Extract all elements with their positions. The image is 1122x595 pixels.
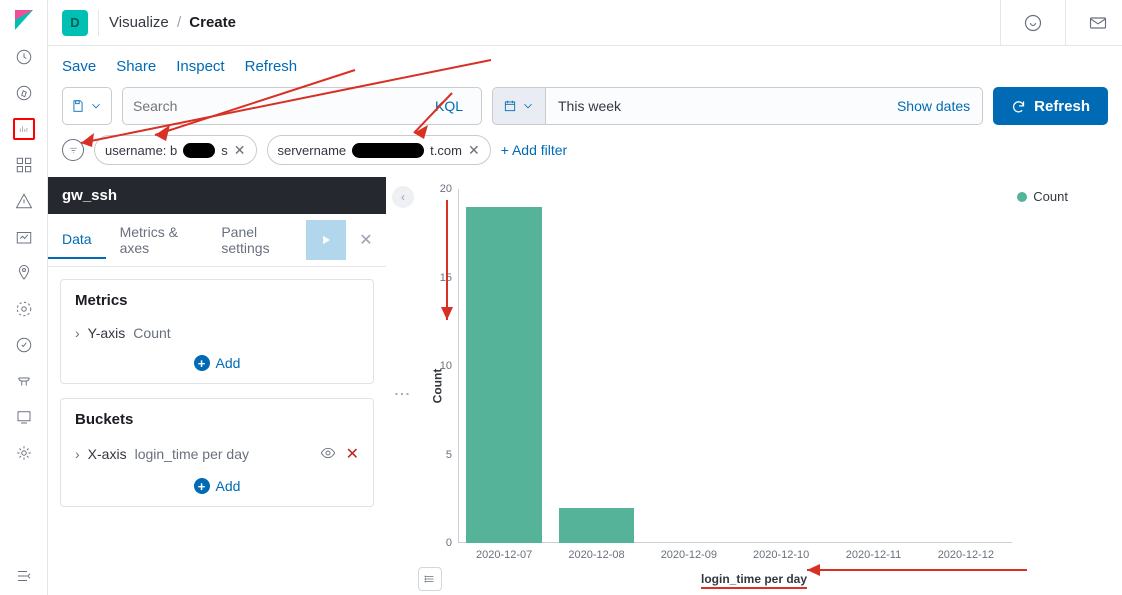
ytick: 20: [440, 183, 452, 195]
inspect-link[interactable]: Inspect: [176, 58, 224, 75]
chart-bar[interactable]: [466, 207, 542, 543]
space-badge[interactable]: D: [62, 10, 88, 36]
saved-query-dropdown[interactable]: [62, 87, 112, 125]
filter-pill-servername[interactable]: servernamet.com ✕: [267, 135, 491, 165]
plus-icon: +: [194, 478, 210, 494]
editor-tabs: Data Metrics & axes Panel settings ✕: [48, 214, 386, 267]
remove-filter-icon[interactable]: ✕: [468, 142, 480, 159]
save-link[interactable]: Save: [62, 58, 96, 75]
alert-icon[interactable]: [13, 190, 35, 212]
filter-pill-username[interactable]: username: bs ✕: [94, 135, 257, 165]
add-filter-link[interactable]: + Add filter: [501, 142, 568, 158]
chart-plot: 051015202020-12-072020-12-082020-12-0920…: [458, 189, 1012, 543]
xtick: 2020-12-07: [476, 549, 532, 561]
legend-toggle-button[interactable]: [418, 567, 442, 591]
collapse-nav-icon[interactable]: [13, 565, 35, 587]
refresh-link[interactable]: Refresh: [245, 58, 298, 75]
date-quick-select[interactable]: [492, 87, 545, 125]
chart-area: Count Count 051015202020-12-072020-12-08…: [386, 177, 1122, 595]
metrics-heading: Metrics: [75, 292, 359, 309]
chart-bar[interactable]: [559, 508, 635, 543]
add-metric-link[interactable]: +Add: [75, 347, 359, 373]
tab-metrics-axes[interactable]: Metrics & axes: [106, 214, 208, 266]
query-input[interactable]: [133, 98, 435, 114]
management-icon[interactable]: [13, 442, 35, 464]
breadcrumb-parent[interactable]: Visualize: [109, 14, 169, 31]
tab-panel-settings[interactable]: Panel settings: [207, 214, 306, 266]
ytick: 5: [446, 449, 452, 461]
dashboard-icon[interactable]: [13, 154, 35, 176]
breadcrumb: Visualize / Create: [109, 14, 236, 31]
dev-tools-icon[interactable]: [13, 406, 35, 428]
editor-panel: gw_ssh Data Metrics & axes Panel setting…: [48, 177, 386, 595]
ytick: 15: [440, 272, 452, 284]
show-dates-link[interactable]: Show dates: [897, 98, 970, 114]
viz-title-bar: gw_ssh: [48, 177, 386, 214]
filter-menu-icon[interactable]: [62, 139, 84, 161]
breadcrumb-current: Create: [189, 14, 236, 31]
tab-data[interactable]: Data: [48, 221, 106, 259]
chevron-right-icon: ›: [75, 446, 80, 462]
ytick: 10: [440, 360, 452, 372]
xtick: 2020-12-10: [753, 549, 809, 561]
legend-swatch: [1017, 192, 1027, 202]
kql-toggle[interactable]: KQL: [435, 98, 471, 114]
chevron-right-icon: ›: [75, 325, 80, 341]
remove-filter-icon[interactable]: ✕: [234, 142, 246, 159]
visualize-icon[interactable]: [13, 118, 35, 140]
maps-icon[interactable]: [13, 262, 35, 284]
chart-legend[interactable]: Count: [1017, 189, 1068, 204]
legend-label: Count: [1033, 189, 1068, 204]
xtick: 2020-12-12: [938, 549, 994, 561]
discard-changes-button[interactable]: ✕: [346, 220, 386, 260]
ytick: 0: [446, 537, 452, 549]
buckets-card: Buckets › X-axis login_time per day ✕ +A…: [60, 398, 374, 507]
chart-xlabel: login_time per day: [701, 572, 807, 589]
discover-icon[interactable]: [13, 82, 35, 104]
remove-bucket-icon[interactable]: ✕: [346, 444, 359, 464]
viz-title: gw_ssh: [62, 187, 117, 204]
toggle-visibility-icon[interactable]: [320, 445, 336, 464]
newsfeed-icon[interactable]: [1023, 13, 1043, 33]
add-bucket-link[interactable]: +Add: [75, 470, 359, 496]
xtick: 2020-12-09: [661, 549, 717, 561]
share-link[interactable]: Share: [116, 58, 156, 75]
topbar: D Visualize / Create: [48, 0, 1122, 46]
metrics-icon[interactable]: [13, 226, 35, 248]
ml-icon[interactable]: [13, 298, 35, 320]
action-bar: Save Share Inspect Refresh: [48, 46, 1122, 87]
xtick: 2020-12-08: [568, 549, 624, 561]
metrics-card: Metrics › Y-axis Count +Add: [60, 279, 374, 384]
date-range-box[interactable]: This week Show dates: [545, 87, 983, 125]
left-nav-rail: [0, 0, 48, 595]
mail-icon[interactable]: [1088, 13, 1108, 33]
xtick: 2020-12-11: [846, 549, 901, 561]
metric-yaxis-row[interactable]: › Y-axis Count: [75, 319, 359, 347]
bucket-xaxis-row[interactable]: › X-axis login_time per day ✕: [75, 438, 359, 470]
uptime-icon[interactable]: [13, 334, 35, 356]
kibana-logo[interactable]: [12, 8, 36, 32]
date-range-value: This week: [558, 98, 621, 114]
chart-ylabel: Count: [430, 369, 444, 404]
query-input-wrapper: KQL: [122, 87, 482, 125]
refresh-button[interactable]: Refresh: [993, 87, 1108, 125]
plus-icon: +: [194, 355, 210, 371]
recent-icon[interactable]: [13, 46, 35, 68]
buckets-heading: Buckets: [75, 411, 359, 428]
siem-icon[interactable]: [13, 370, 35, 392]
apply-changes-button[interactable]: [306, 220, 346, 260]
